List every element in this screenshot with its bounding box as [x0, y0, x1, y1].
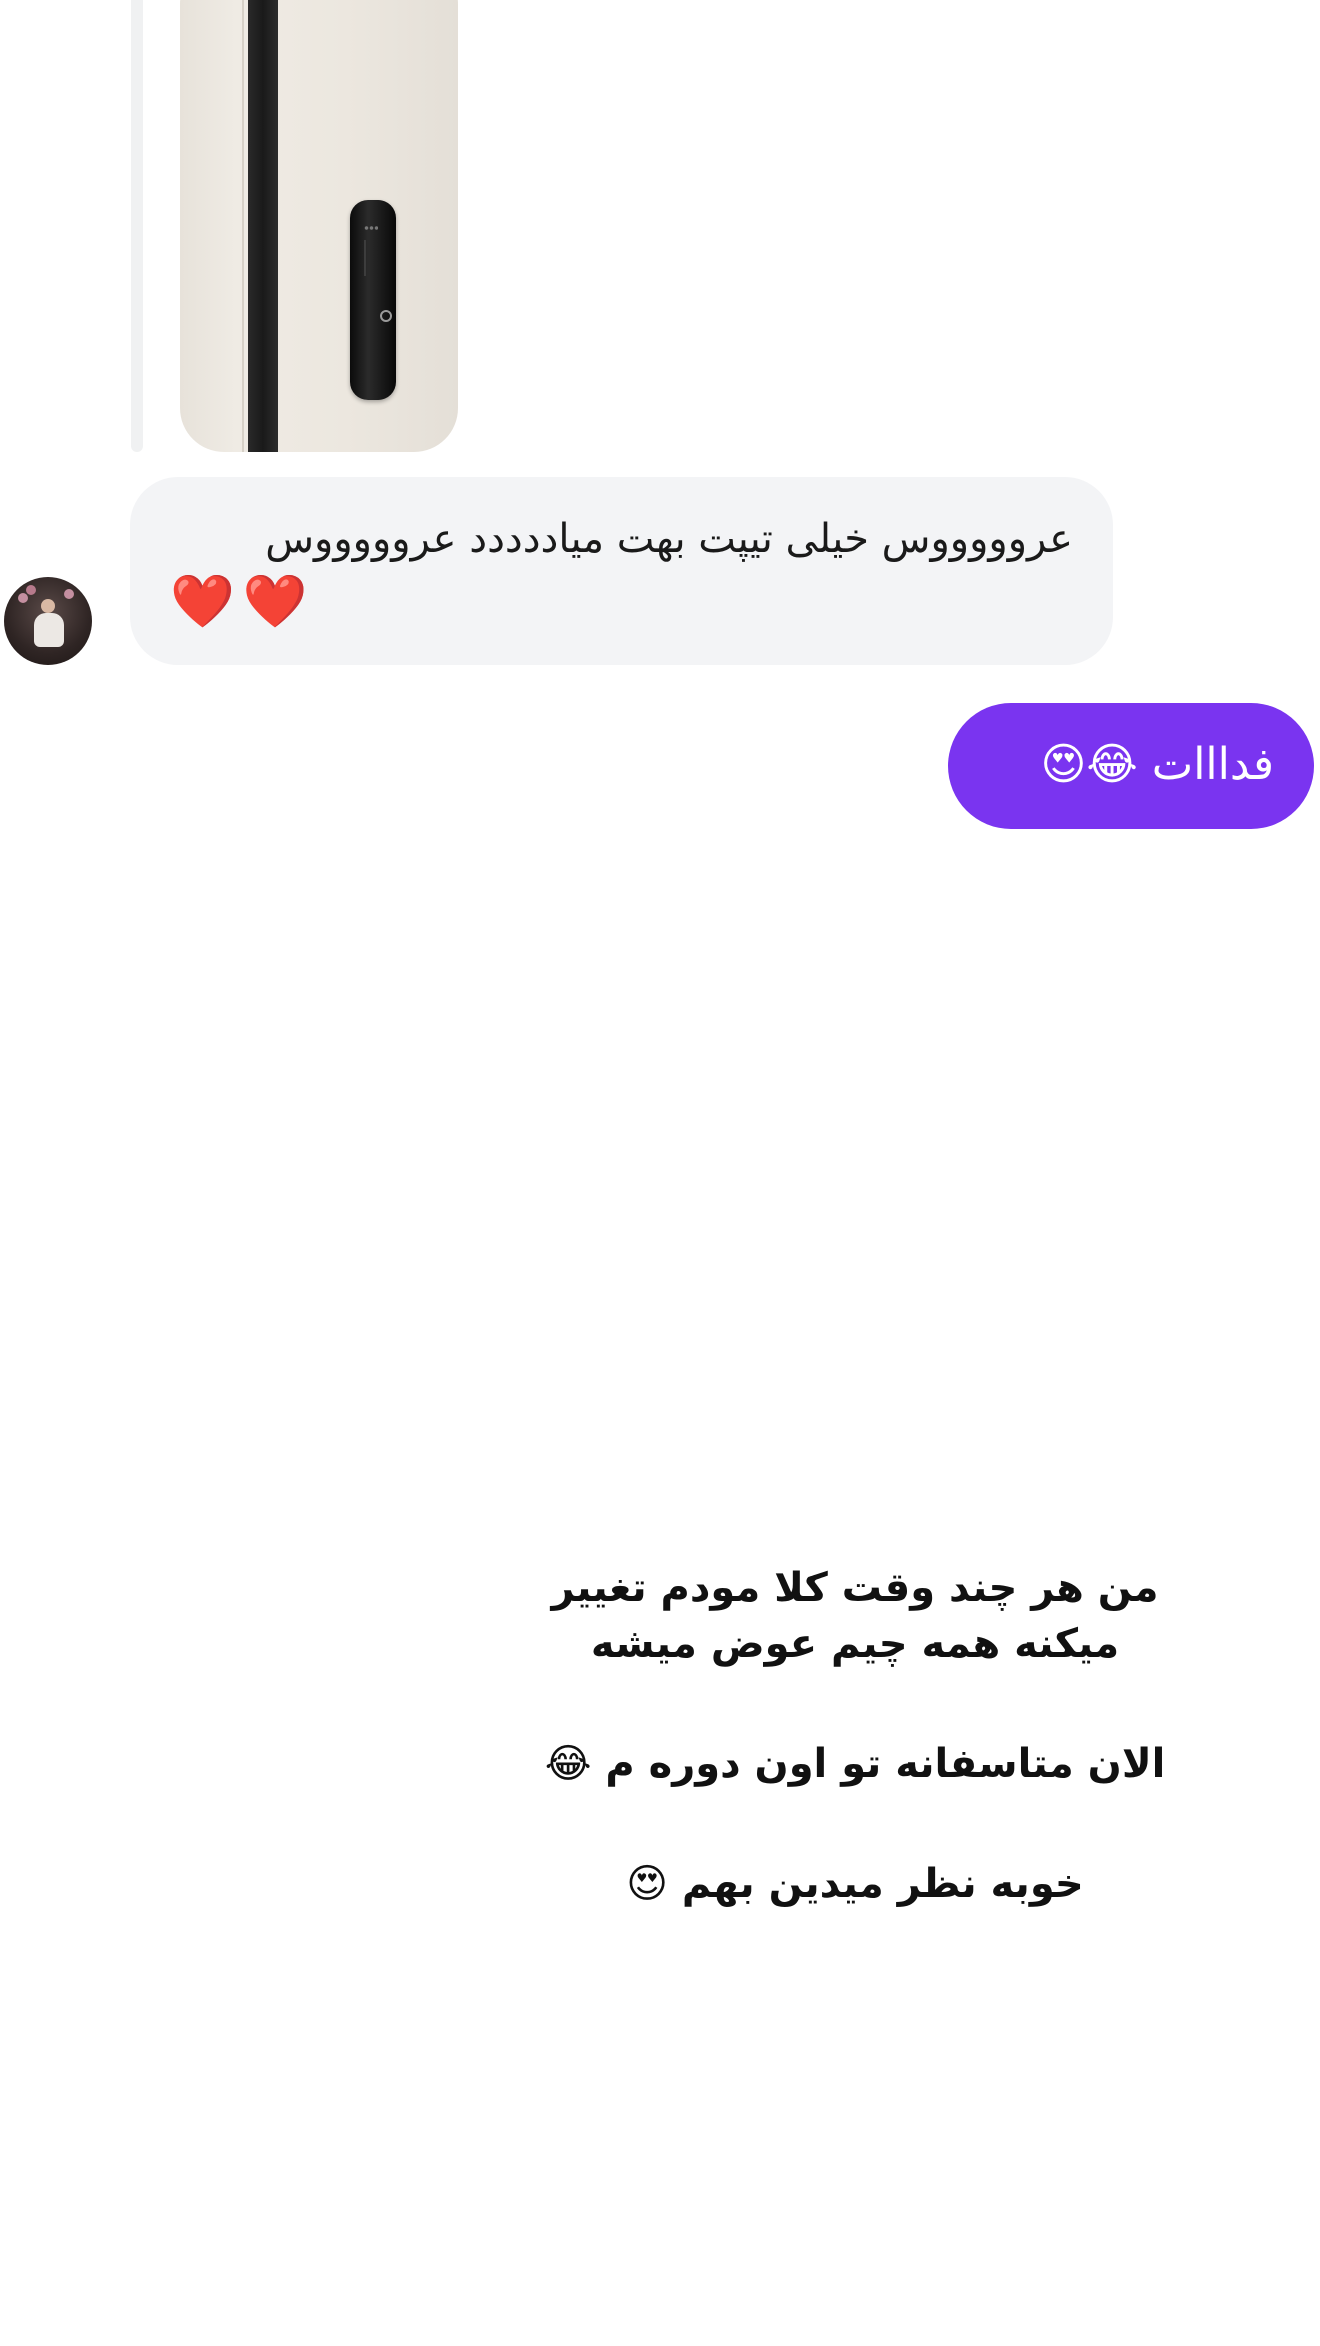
story-caption: من هر چند وقت کلا مودم تغییر میکنه همه چ… [500, 1560, 1210, 1912]
incoming-message-emoji: ❤️❤️ [170, 572, 316, 632]
avatar-figure-body [34, 613, 64, 647]
lock-sensor-ring [380, 310, 392, 322]
contact-avatar[interactable] [4, 577, 92, 665]
caption-line-3: الان متاسفانه تو اون دوره م 😂 [544, 1741, 1166, 1787]
door-seam [242, 0, 244, 452]
shared-photo-message[interactable] [180, 0, 458, 452]
outgoing-message-text: فدااات 😂😍 [1040, 739, 1275, 790]
avatar-flower [64, 589, 74, 599]
caption-line-2: میکنه همه چیم عوض میشه [590, 1621, 1120, 1667]
incoming-message-text: عروووووس خیلی تیپت بهت میاددددد عروووووس [265, 516, 1073, 562]
lock-slot [364, 240, 366, 276]
incoming-message-bubble[interactable]: عروووووس خیلی تیپت بهت میاددددد عروووووس… [130, 477, 1113, 665]
chat-thread: عروووووس خیلی تیپت بهت میاددددد عروووووس… [0, 0, 1320, 2346]
avatar-flower [26, 585, 36, 595]
avatar-flower [18, 593, 28, 603]
caption-line-1: من هر چند وقت کلا مودم تغییر [551, 1565, 1159, 1611]
door-lock-handle [350, 200, 396, 400]
outgoing-message-bubble[interactable]: فدااات 😂😍 [948, 703, 1314, 829]
reply-indicator-bar [131, 0, 143, 452]
lock-keypad-dots [364, 226, 378, 230]
door-strip [248, 0, 278, 452]
avatar-figure-head [41, 599, 55, 613]
caption-line-4: خوبه نظر میدین بهم 😍 [626, 1861, 1084, 1907]
